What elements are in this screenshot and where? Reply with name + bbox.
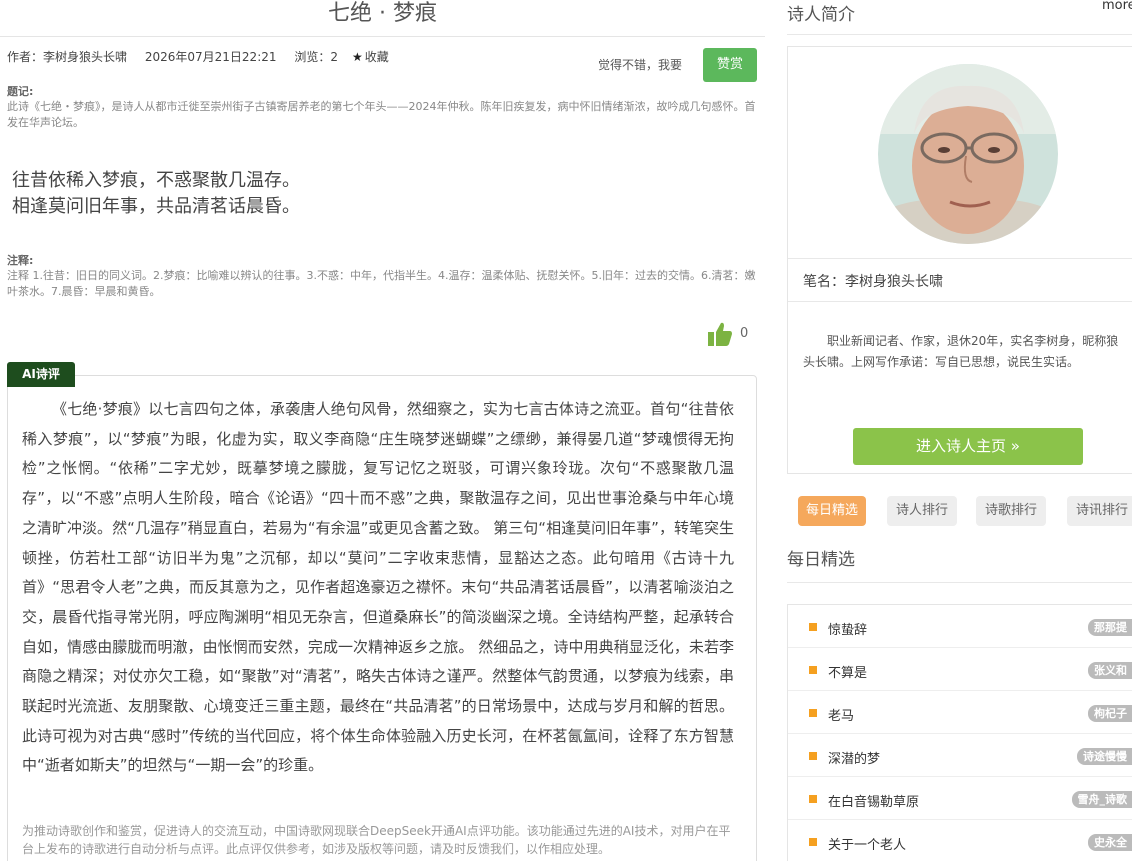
divider (788, 258, 1132, 259)
poem-link[interactable]: 惊蛰辞 (828, 619, 867, 638)
list-item[interactable]: 深潜的梦 诗途慢慢 (788, 734, 1132, 777)
bullet-square-icon (809, 838, 817, 846)
poem-column: 七绝 · 梦痕 作者：李树身狼头长啸 2026年07月21日22:21 浏览：2… (0, 0, 765, 861)
like-count: 0 (740, 326, 749, 341)
poem-meta: 作者：李树身狼头长啸 2026年07月21日22:21 浏览：2 ★ 收藏 (7, 48, 389, 65)
sidebar-title: 诗人简介 (787, 5, 855, 25)
divider (788, 301, 1132, 302)
list-item[interactable]: 在白音锡勒草原 雪舟_诗歌 (788, 777, 1132, 820)
divider (787, 582, 1132, 583)
poem-line: 往昔依稀入梦痕，不惑聚散几温存。 (12, 170, 300, 191)
poem-body: 往昔依稀入梦痕，不惑聚散几温存。 相逢莫问旧年事，共品清茗话晨昏。 (12, 168, 300, 220)
tab-daily-picks[interactable]: 每日精选 (798, 496, 866, 526)
poem-link[interactable]: 老马 (828, 705, 854, 724)
ai-review-text: 《七绝·梦痕》以七言四句之体，承袭唐人绝句风骨，然细察之，实为七言古体诗之流亚。… (22, 400, 734, 775)
tab-news-ranking[interactable]: 诗讯排行 (1067, 496, 1132, 526)
divider (787, 34, 1132, 35)
list-item[interactable]: 关于一个老人 史永全 (788, 820, 1132, 861)
bullet-square-icon (809, 752, 817, 760)
author-badge[interactable]: 张义和 (1088, 662, 1132, 679)
notes-text: 注释 1.往昔：旧日的同义词。2.梦痕：比喻难以辨认的往事。3.不惑：中年，代指… (7, 269, 756, 298)
bullet-square-icon (809, 666, 817, 674)
more-link[interactable]: more (1102, 0, 1132, 13)
sidebar: 诗人简介 more 笔名：李树身狼头长啸 职业新闻记者、作家，退休20年，实名李… (787, 0, 1132, 861)
notes-label: 注释: (7, 254, 34, 267)
tab-poem-ranking[interactable]: 诗歌排行 (976, 496, 1046, 526)
author-badge[interactable]: 诗途慢慢 (1077, 748, 1132, 765)
preface-text: 此诗《七绝・梦痕》，是诗人从都市迁徙至崇州街子古镇寄居养老的第七个年头——202… (7, 100, 756, 129)
ai-review-tag: AI诗评 (7, 362, 75, 387)
author-badge[interactable]: 那那提 (1088, 619, 1132, 636)
thumbs-up-icon[interactable] (707, 321, 733, 347)
view-count: 浏览：2 (294, 50, 338, 64)
publish-date: 2026年07月21日22:21 (144, 50, 277, 64)
avatar-image (878, 64, 1058, 244)
daily-picks-list: 惊蛰辞 那那提 不算是 张义和 老马 枸杞子 深潜的梦 诗途慢慢 在白音锡勒草原… (787, 604, 1132, 861)
bullet-square-icon (809, 709, 817, 717)
list-item[interactable]: 惊蛰辞 那那提 (788, 605, 1132, 648)
enter-poet-homepage-button[interactable]: 进入诗人主页 » (853, 428, 1083, 465)
poem-link[interactable]: 关于一个老人 (828, 834, 906, 853)
praise-button[interactable]: 赞赏 (703, 48, 757, 82)
author-badge[interactable]: 史永全 (1088, 834, 1132, 851)
poet-profile-card: 笔名：李树身狼头长啸 职业新闻记者、作家，退休20年，实名李树身，昵称狼头长啸。… (787, 46, 1132, 474)
daily-picks-title: 每日精选 (787, 550, 855, 570)
avatar[interactable] (878, 64, 1058, 244)
author-link[interactable]: 作者：李树身狼头长啸 (7, 50, 127, 64)
poem-link[interactable]: 在白音锡勒草原 (828, 791, 919, 810)
list-item[interactable]: 老马 枸杞子 (788, 691, 1132, 734)
poem-link[interactable]: 不算是 (828, 662, 867, 681)
star-icon[interactable]: ★ (352, 50, 363, 64)
author-badge[interactable]: 雪舟_诗歌 (1071, 791, 1132, 808)
praise-prompt: 觉得不错，我要 (598, 58, 683, 72)
poet-bio: 职业新闻记者、作家，退休20年，实名李树身，昵称狼头长啸。上网写作承诺：写自已思… (803, 334, 1119, 369)
author-badge[interactable]: 枸杞子 (1088, 705, 1132, 722)
preface-label: 题记: (7, 85, 34, 98)
bullet-square-icon (809, 623, 817, 631)
poem-title: 七绝 · 梦痕 (328, 1, 437, 26)
pen-name: 笔名：李树身狼头长啸 (803, 274, 943, 290)
divider (0, 36, 765, 37)
poem-line: 相逢莫问旧年事，共品清茗话晨昏。 (12, 196, 300, 217)
favorite-button[interactable]: 收藏 (365, 50, 389, 64)
tab-poet-ranking[interactable]: 诗人排行 (887, 496, 957, 526)
bullet-square-icon (809, 795, 817, 803)
list-item[interactable]: 不算是 张义和 (788, 648, 1132, 691)
ai-disclaimer: 为推动诗歌创作和鉴赏，促进诗人的交流互动，中国诗歌网现联合DeepSeek开通A… (22, 824, 731, 856)
poem-link[interactable]: 深潜的梦 (828, 748, 880, 767)
